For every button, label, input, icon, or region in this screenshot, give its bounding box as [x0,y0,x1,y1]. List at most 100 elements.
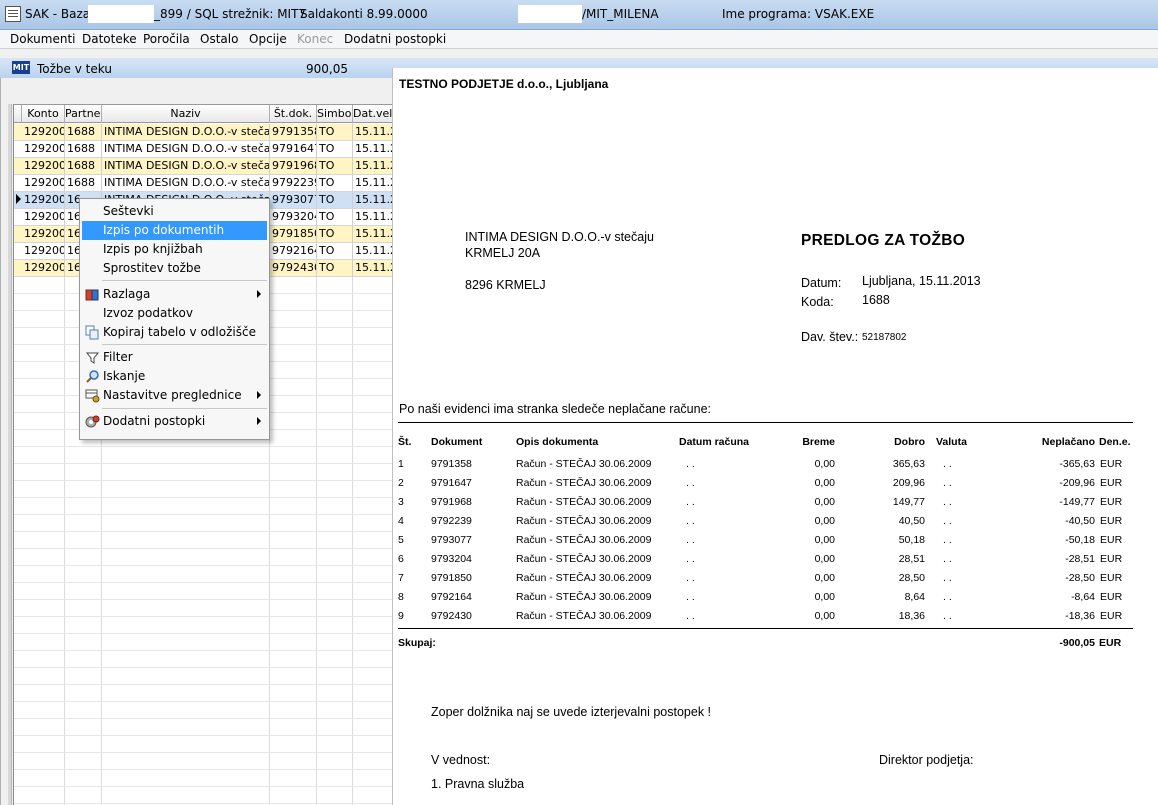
cell-stdok[interactable]: 9791647 [270,141,317,157]
cell-konto[interactable]: 129200 [22,209,65,225]
total-amount: 900,05 [306,62,348,76]
empty-row-line [14,582,392,583]
cell-naziv[interactable]: INTIMA DESIGN D.O.O.-v stečaju [102,141,270,157]
cell-simbol[interactable]: TO [317,141,353,157]
cell-konto[interactable]: 129200 [22,158,65,174]
ctx-label: Sprostitev tožbe [103,261,201,275]
cell-stdok[interactable]: 9791358 [270,124,317,140]
cell-datum[interactable]: 15.11.2 [353,124,392,140]
cell-datum[interactable]: 15.11.2 [353,226,392,242]
cell-datum[interactable]: 15.11.2 [353,209,392,225]
empty-row-line [14,531,392,532]
cell-datum[interactable]: 15.11.2 [353,175,392,191]
row-indicator[interactable] [14,226,22,243]
report-cell-neplacano: -40,50 [1065,515,1095,527]
row-indicator[interactable] [14,141,22,158]
cell-konto[interactable]: 129200 [22,243,65,259]
col-naziv[interactable]: Naziv [102,105,270,123]
ctx-sprostitev-tozbe[interactable]: Sprostitev tožbe [82,259,267,278]
total-currency: EUR [1099,637,1122,649]
cell-datum[interactable]: 15.11.2 [353,158,392,174]
menu-dodatni-postopki[interactable]: Dodatni postopki [344,32,446,46]
ctx-kopiraj-tabelo[interactable]: Kopiraj tabelo v odložišče [82,323,267,342]
cell-partner[interactable]: 1688 [65,158,102,174]
cell-stdok[interactable]: 9792164 [270,243,317,259]
row-indicator[interactable] [14,175,22,192]
ctx-separator [102,408,267,409]
empty-row-line [14,735,392,736]
cell-simbol[interactable]: TO [317,124,353,140]
cell-stdok[interactable]: 9793077 [270,192,317,208]
cell-konto[interactable]: 129200 [22,226,65,242]
cell-stdok[interactable]: 9791850 [270,226,317,242]
table-row[interactable]: 129200 1688 INTIMA DESIGN D.O.O.-v stečaju… [14,141,392,158]
row-indicator[interactable] [14,243,22,260]
cell-stdok[interactable]: 9792430 [270,260,317,276]
pane-splitter[interactable] [8,104,12,805]
row-indicator[interactable] [14,209,22,226]
table-row[interactable]: 129200 1688 INTIMA DESIGN D.O.O.-v stečaju… [14,175,392,192]
menu-dokumenti[interactable]: Dokumenti [10,32,75,46]
cell-simbol[interactable]: TO [317,209,353,225]
cell-konto[interactable]: 129200 [22,192,65,208]
copy-icon [85,325,99,340]
cell-datum[interactable]: 15.11.2 [353,192,392,208]
menu-konec[interactable]: Konec [297,32,333,46]
ctx-izvoz-podatkov[interactable]: Izvoz podatkov [82,304,267,323]
report-cell-dobro: 28,50 [898,572,925,584]
cell-stdok[interactable]: 9793204 [270,209,317,225]
col-konto[interactable]: Konto [22,105,65,123]
row-indicator[interactable] [14,192,22,209]
table-row[interactable]: 129200 1688 INTIMA DESIGN D.O.O.-v stečaju… [14,124,392,141]
report-cell-valuta: . . [943,591,952,603]
menu-datoteke[interactable]: Datoteke [82,32,137,46]
ctx-sestevki[interactable]: Seštevki [82,202,267,221]
empty-row-line [14,633,392,634]
report-cell-opis: Račun - STEČAJ 30.06.2009 [516,610,652,622]
col-datum[interactable]: Dat.vel [353,105,392,123]
cell-konto[interactable]: 129200 [22,141,65,157]
cell-datum[interactable]: 15.11.2 [353,260,392,276]
cell-naziv[interactable]: INTIMA DESIGN D.O.O.-v stečaju [102,175,270,191]
cell-konto[interactable]: 129200 [22,175,65,191]
menu-opcije[interactable]: Opcije [249,32,287,46]
cell-simbol[interactable]: TO [317,260,353,276]
menu-porocila[interactable]: Poročila [143,32,190,46]
row-indicator[interactable] [14,158,22,175]
cell-partner[interactable]: 1688 [65,124,102,140]
cell-simbol[interactable]: TO [317,226,353,242]
cell-simbol[interactable]: TO [317,243,353,259]
cell-stdok[interactable]: 9792239 [270,175,317,191]
ctx-izpis-po-knjizbah[interactable]: Izpis po knjižbah [82,240,267,259]
table-row[interactable]: 129200 1688 INTIMA DESIGN D.O.O.-v stečaju… [14,158,392,175]
col-simbol[interactable]: Simbol [317,105,353,123]
empty-row-line [14,548,392,549]
cell-naziv[interactable]: INTIMA DESIGN D.O.O.-v stečaju [102,158,270,174]
row-indicator[interactable] [14,260,22,277]
cell-datum[interactable]: 15.11.2 [353,141,392,157]
cell-konto[interactable]: 129200 [22,124,65,140]
mit-logo-icon: MIT [12,61,30,74]
report-cell-dobro: 50,18 [898,534,925,546]
cell-simbol[interactable]: TO [317,192,353,208]
report-cell-den: EUR [1100,610,1123,622]
cell-partner[interactable]: 1688 [65,175,102,191]
menu-ostalo[interactable]: Ostalo [200,32,238,46]
ctx-dodatni-postopki[interactable]: Dodatni postopki [82,412,267,431]
ctx-iskanje[interactable]: Iskanje [82,367,267,386]
cell-naziv[interactable]: INTIMA DESIGN D.O.O.-v stečaju [102,124,270,140]
ctx-filter[interactable]: Filter [82,348,267,367]
cell-konto[interactable]: 129200 [22,260,65,276]
row-indicator[interactable] [14,124,22,141]
ctx-izpis-po-dokumentih[interactable]: Izpis po dokumentih [82,221,267,240]
ctx-nastavitve-preglednice[interactable]: Nastavitve preglednice [82,386,267,405]
empty-row-line [14,803,392,804]
cell-datum[interactable]: 15.11.2 [353,243,392,259]
cell-simbol[interactable]: TO [317,158,353,174]
cell-simbol[interactable]: TO [317,175,353,191]
cell-partner[interactable]: 1688 [65,141,102,157]
col-partner[interactable]: Partner [65,105,102,123]
cell-stdok[interactable]: 9791968 [270,158,317,174]
ctx-razlaga[interactable]: Razlaga [82,285,267,304]
col-stdok[interactable]: Št.dok. [270,105,317,123]
